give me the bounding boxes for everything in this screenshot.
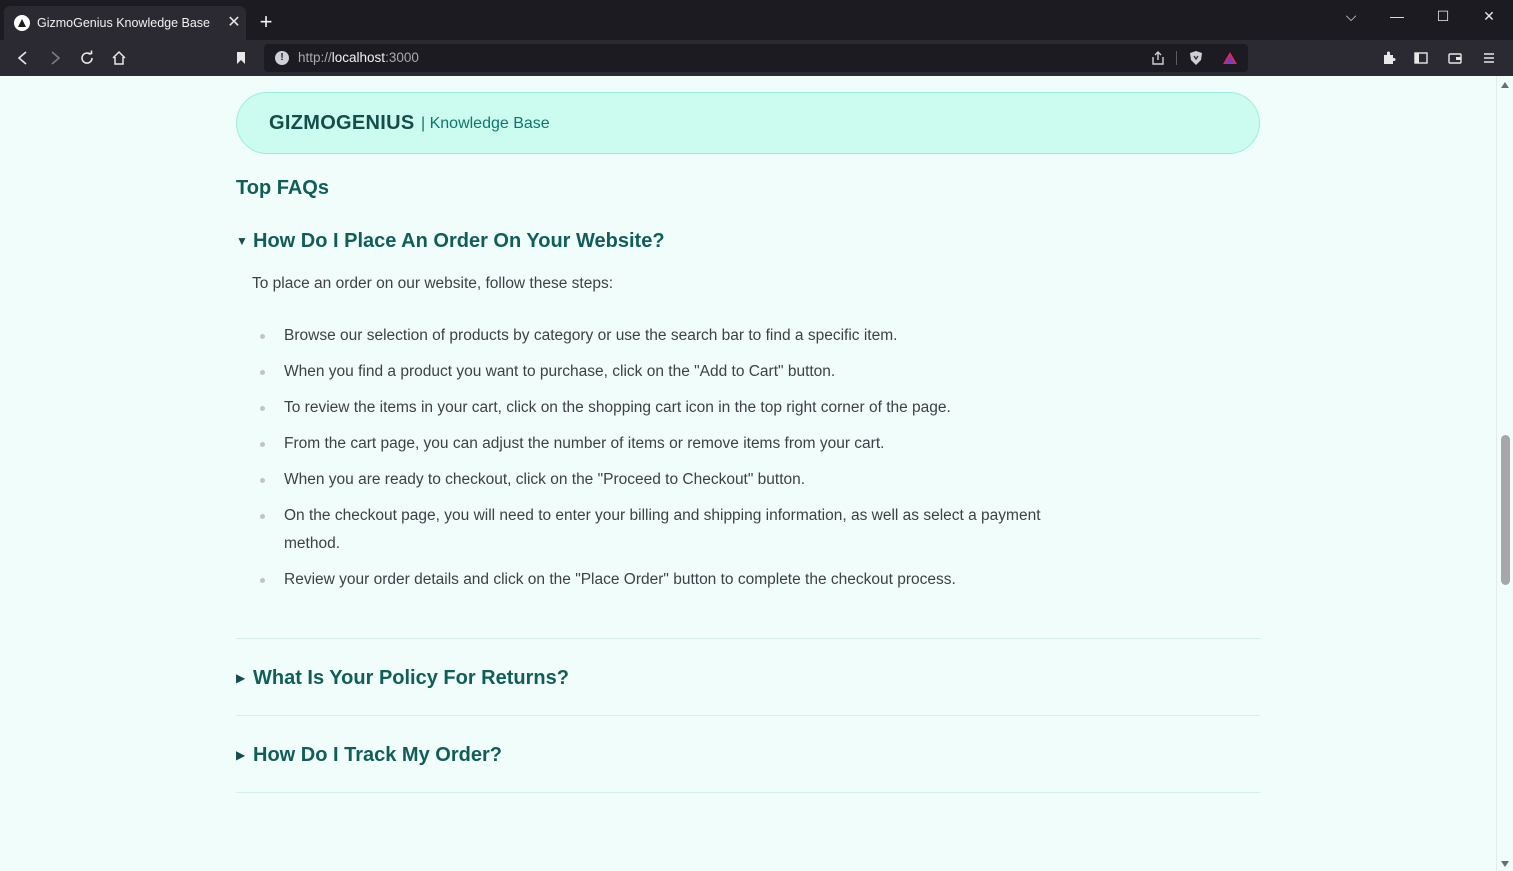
caret-down-icon: ▼ — [236, 234, 248, 248]
scroll-up-icon[interactable] — [1501, 82, 1509, 88]
url-text[interactable]: http://localhost:3000 — [298, 50, 419, 65]
address-bar-separator — [1176, 51, 1177, 65]
list-item: Browse our selection of products by cate… — [260, 322, 1084, 350]
browser-tab[interactable]: GizmoGenius Knowledge Base ✕ — [4, 6, 246, 40]
home-icon[interactable] — [108, 47, 130, 69]
tab-bar: GizmoGenius Knowledge Base ✕ + ⌵ — ☐ ✕ — [0, 0, 1513, 40]
reload-icon[interactable] — [76, 47, 98, 69]
faq-question-text: How Do I Track My Order? — [253, 744, 502, 766]
site-info-icon[interactable]: ! — [275, 51, 289, 65]
list-tabs-icon[interactable]: ⌵ — [1336, 6, 1366, 26]
address-bar[interactable]: ! http://localhost:3000 — [264, 44, 1248, 72]
scroll-thumb[interactable] — [1501, 435, 1510, 585]
header-subtitle: | Knowledge Base — [421, 115, 550, 132]
list-item: On the checkout page, you will need to e… — [260, 502, 1084, 558]
site-favicon-icon — [14, 15, 30, 31]
share-icon[interactable] — [1149, 49, 1167, 67]
list-item: From the cart page, you can adjust the n… — [260, 430, 1084, 458]
scroll-down-icon[interactable] — [1501, 861, 1509, 867]
faq-divider — [236, 792, 1260, 793]
order-steps-list: Browse our selection of products by cate… — [260, 322, 1084, 602]
site-header: GIZMOGENIUS | Knowledge Base — [236, 92, 1260, 154]
list-item: Review your order details and click on t… — [260, 566, 1084, 594]
tab-close-icon[interactable]: ✕ — [226, 15, 242, 31]
brave-shield-icon[interactable] — [1187, 49, 1205, 67]
brand-logo[interactable]: GIZMOGENIUS — [269, 112, 415, 135]
list-item: To review the items in your cart, click … — [260, 394, 1084, 422]
faq-question-text: What Is Your Policy For Returns? — [253, 667, 569, 689]
faq-question-text: How Do I Place An Order On Your Website? — [253, 230, 665, 252]
faq-divider — [236, 638, 1260, 639]
page-scrollbar[interactable] — [1496, 76, 1513, 871]
brave-rewards-icon[interactable] — [1221, 49, 1239, 67]
menu-icon[interactable] — [1478, 47, 1500, 69]
tab-title: GizmoGenius Knowledge Base — [37, 16, 211, 30]
section-title: Top FAQs — [236, 177, 329, 199]
forward-icon[interactable] — [44, 47, 66, 69]
wallet-icon[interactable] — [1444, 47, 1466, 69]
faq-question-returns[interactable]: ▶ What Is Your Policy For Returns? — [236, 667, 569, 690]
browser-toolbar: ! http://localhost:3000 — [0, 40, 1513, 76]
page-viewport: GIZMOGENIUS | Knowledge Base Top FAQs ▼ H… — [0, 76, 1496, 871]
maximize-icon[interactable]: ☐ — [1428, 6, 1458, 26]
faq-answer-intro: To place an order on our website, follow… — [252, 275, 614, 292]
minimize-icon[interactable]: — — [1382, 6, 1412, 26]
back-icon[interactable] — [12, 47, 34, 69]
caret-right-icon: ▶ — [236, 671, 246, 685]
list-item: When you find a product you want to purc… — [260, 358, 1084, 386]
bookmark-icon[interactable] — [230, 47, 252, 69]
extensions-icon[interactable] — [1378, 47, 1400, 69]
window-close-icon[interactable]: ✕ — [1474, 6, 1504, 26]
list-item: When you are ready to checkout, click on… — [260, 466, 1084, 494]
new-tab-button[interactable]: + — [256, 11, 276, 33]
faq-divider — [236, 715, 1260, 716]
faq-question-track-order[interactable]: ▶ How Do I Track My Order? — [236, 744, 502, 767]
sidebar-icon[interactable] — [1410, 47, 1432, 69]
faq-question-place-order[interactable]: ▼ How Do I Place An Order On Your Website… — [236, 230, 665, 253]
caret-right-icon: ▶ — [236, 748, 246, 762]
